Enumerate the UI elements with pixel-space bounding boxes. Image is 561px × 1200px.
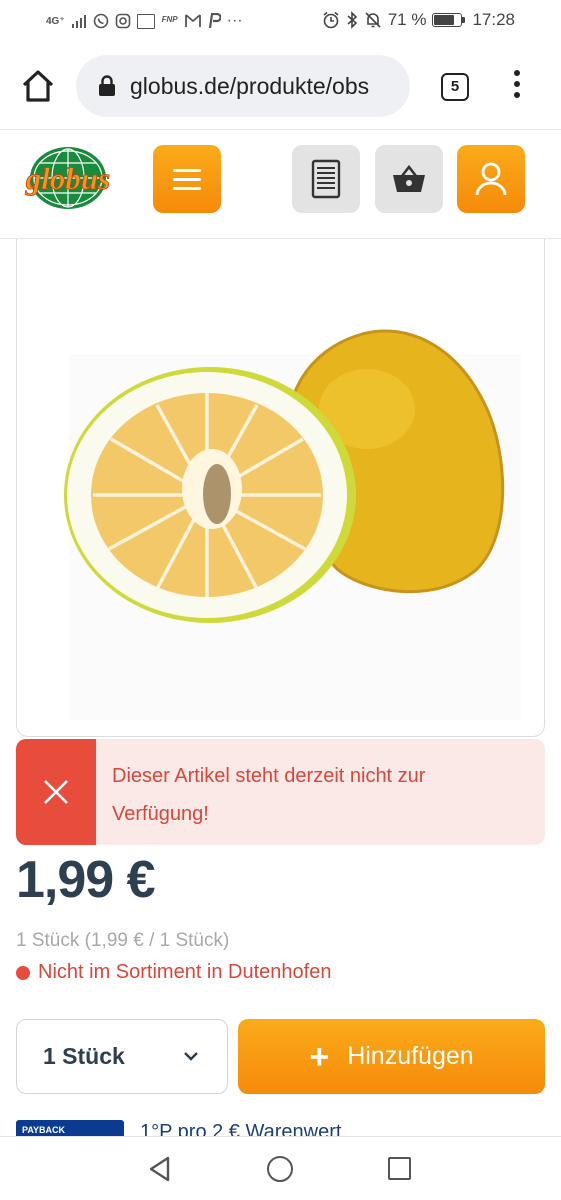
add-to-cart-label: Hinzufügen xyxy=(347,1042,474,1070)
add-to-cart-button[interactable]: + Hinzufügen xyxy=(238,1019,545,1094)
signal-icon xyxy=(71,15,86,28)
status-dot-icon xyxy=(16,965,30,980)
quantity-value: 1 Stück xyxy=(43,1043,125,1069)
menu-icon xyxy=(173,168,201,172)
plus-icon: + xyxy=(309,1037,330,1076)
browser-menu-icon[interactable] xyxy=(505,70,529,104)
status-left-icons: 4G⁺ FNP ··· xyxy=(46,12,243,30)
shopping-list-icon xyxy=(311,159,341,199)
close-icon xyxy=(44,780,68,804)
chevron-down-icon xyxy=(184,1052,198,1061)
back-icon[interactable] xyxy=(146,1155,174,1183)
instagram-icon xyxy=(115,13,130,29)
unit-price: 1 Stück (1,99 € / 1 Stück) xyxy=(16,930,230,951)
shopping-list-button[interactable] xyxy=(292,145,360,213)
alarm-icon xyxy=(323,11,339,29)
status-bar: 4G⁺ FNP ··· 71 % 17:28 xyxy=(0,0,561,42)
browser-toolbar: globus.de/produkte/obs 5 xyxy=(0,42,561,130)
url-text[interactable]: globus.de/produkte/obs xyxy=(130,73,400,100)
battery-icon xyxy=(432,13,466,27)
alert-message: Dieser Artikel steht derzeit nicht zur V… xyxy=(96,739,441,845)
battery-percent: 71 % xyxy=(387,10,427,29)
browser-home-icon[interactable] xyxy=(18,66,58,106)
alert-message-line1: Dieser Artikel steht derzeit nicht zur xyxy=(112,765,426,787)
home-icon[interactable] xyxy=(267,1156,293,1182)
mute-icon xyxy=(365,12,381,28)
network-label: 4G⁺ xyxy=(46,15,65,27)
unavailable-alert: Dieser Artikel steht derzeit nicht zur V… xyxy=(16,739,545,845)
payback-text: 1°P pro 2 € Warenwert xyxy=(140,1121,342,1136)
address-bar[interactable]: globus.de/produkte/obs xyxy=(76,55,410,117)
alert-close-button[interactable] xyxy=(16,739,96,845)
tab-switcher-button[interactable]: 5 xyxy=(441,73,469,101)
payback-info: PAYBACK 1°P pro 2 € Warenwert xyxy=(16,1118,545,1136)
system-navigation-bar xyxy=(0,1136,561,1200)
product-price: 1,99 € xyxy=(16,851,156,909)
more-icon: ··· xyxy=(226,12,243,29)
basket-icon xyxy=(393,164,425,192)
whatsapp-icon xyxy=(93,13,108,29)
site-header: globus xyxy=(0,131,561,239)
quantity-select[interactable]: 1 Stück xyxy=(16,1019,228,1094)
user-icon xyxy=(475,162,507,196)
news-icon xyxy=(136,13,155,29)
recent-apps-icon[interactable] xyxy=(388,1157,411,1180)
paypal-icon xyxy=(208,13,221,29)
lock-icon xyxy=(99,75,115,96)
status-right-icons: 71 % 17:28 xyxy=(322,10,515,30)
basket-button[interactable] xyxy=(375,145,443,213)
alert-message-line2: Verfügung! xyxy=(112,803,209,825)
payback-logo: PAYBACK xyxy=(16,1120,124,1136)
account-button[interactable] xyxy=(457,145,525,213)
product-image-card xyxy=(16,239,545,737)
bluetooth-icon xyxy=(347,11,357,29)
product-image-pomelo[interactable] xyxy=(17,239,545,737)
availability-status: Nicht im Sortiment in Dutenhofen xyxy=(16,961,331,984)
logo-text: globus xyxy=(25,161,110,196)
app-icon: FNP xyxy=(161,14,178,24)
globus-logo[interactable]: globus xyxy=(16,145,120,211)
availability-text: Nicht im Sortiment in Dutenhofen xyxy=(38,961,332,983)
menu-button[interactable] xyxy=(153,145,221,213)
gmail-icon xyxy=(184,14,201,27)
clock: 17:28 xyxy=(472,10,515,29)
